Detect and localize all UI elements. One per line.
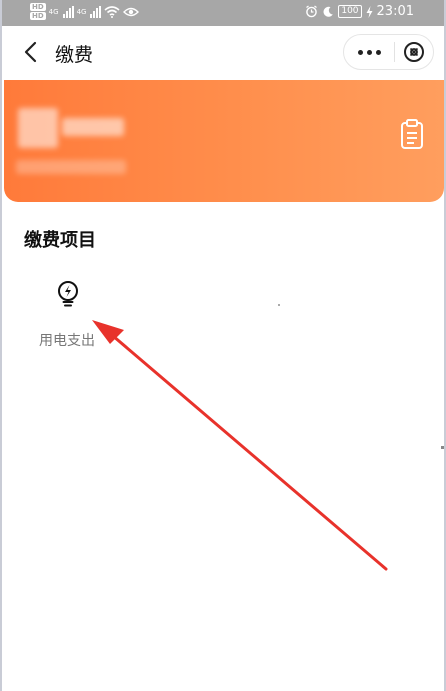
status-left: HD HD 4G 4G xyxy=(30,3,140,20)
status-right: 100 23:01 xyxy=(305,4,414,19)
alarm-icon xyxy=(306,5,318,18)
page-title: 缴费 xyxy=(55,44,94,66)
payment-item-label: 用电支出 xyxy=(39,333,95,349)
status-bar: HD HD 4G 4G 100 23:01 xyxy=(2,0,444,26)
redacted-account-info xyxy=(62,118,124,136)
phone-screen: HD HD 4G 4G 100 23:01 缴费 缴费项目 用电支出 xyxy=(0,0,446,691)
hd-badges: HD HD xyxy=(30,3,46,20)
payment-item-electricity[interactable]: 用电支出 xyxy=(35,278,101,349)
signal-icon xyxy=(62,5,74,18)
edge-mark xyxy=(441,446,444,449)
mini-program-capsule xyxy=(343,34,434,70)
redacted-account-info xyxy=(16,160,126,174)
hd-badge: HD xyxy=(30,12,46,20)
lightbulb-icon xyxy=(58,281,78,307)
account-banner xyxy=(4,80,444,202)
charging-icon xyxy=(366,5,373,18)
signal-label: 4G xyxy=(48,7,59,16)
chevron-left-icon[interactable] xyxy=(20,40,44,64)
redacted-account-info xyxy=(18,108,58,148)
stray-dot xyxy=(278,304,280,306)
close-circle-icon xyxy=(404,42,424,62)
wifi-icon xyxy=(104,5,120,18)
section-title: 缴费项目 xyxy=(24,230,96,251)
eye-icon xyxy=(123,7,140,16)
signal-label: 4G xyxy=(76,7,87,16)
status-time: 23:01 xyxy=(376,4,414,19)
battery-icon: 100 xyxy=(338,5,362,18)
hd-badge: HD xyxy=(30,3,46,11)
more-dots-icon xyxy=(357,49,363,55)
clipboard-icon[interactable] xyxy=(397,118,427,150)
close-button[interactable] xyxy=(395,41,433,63)
more-button[interactable] xyxy=(344,35,394,69)
moon-icon xyxy=(323,6,334,17)
title-bar: 缴费 xyxy=(2,26,444,80)
signal-icon xyxy=(90,5,102,18)
